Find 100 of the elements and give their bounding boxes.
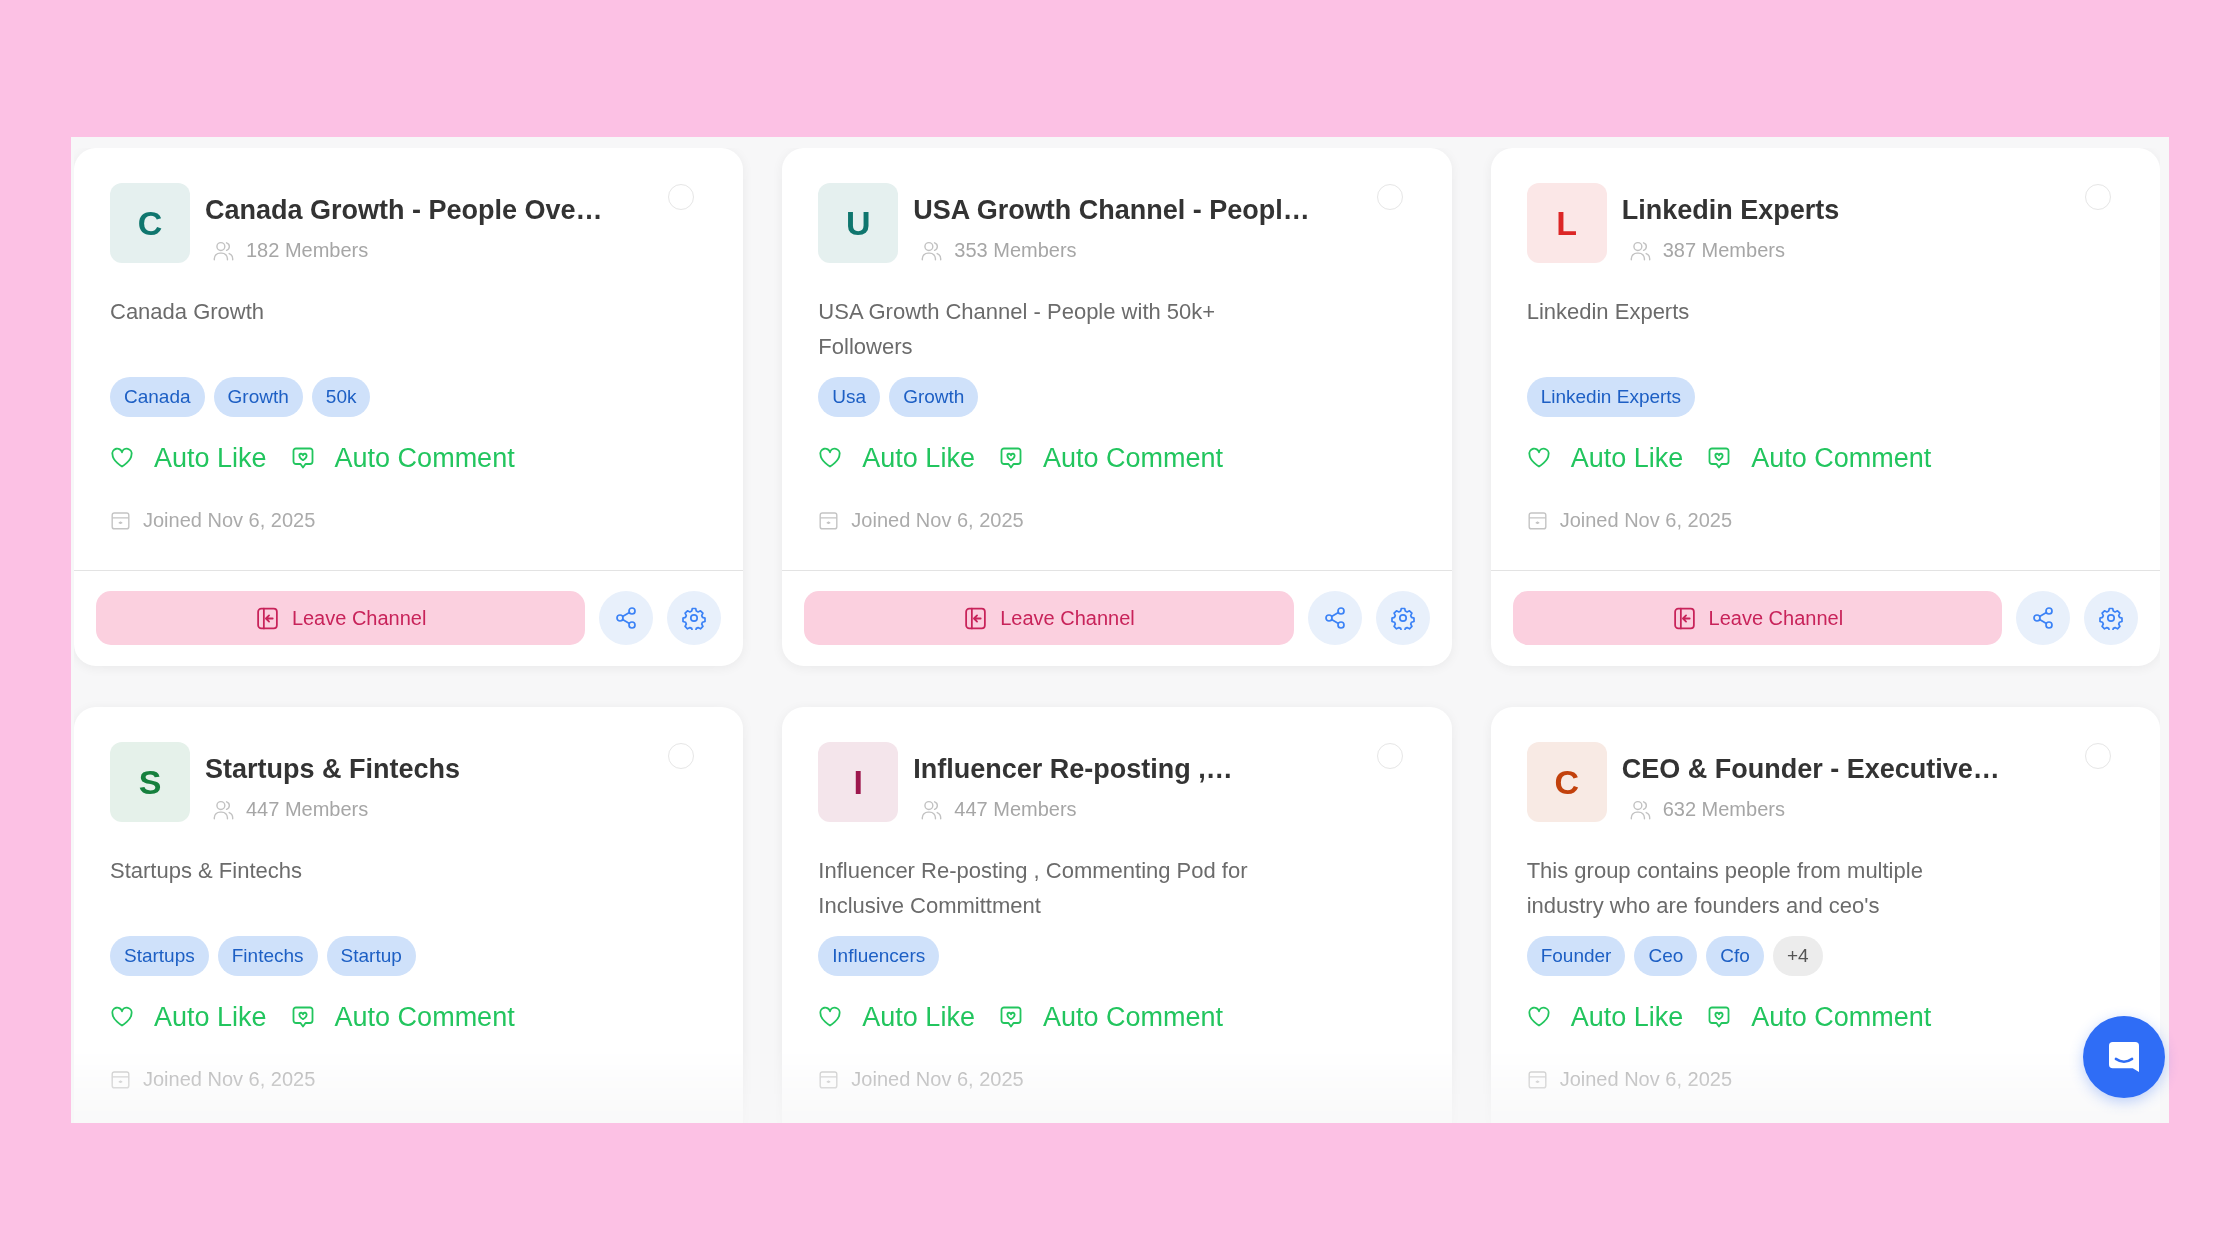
channel-title: CEO & Founder - Executive… [1621, 753, 2001, 786]
select-checkbox[interactable] [2085, 743, 2111, 769]
channel-description: Linkedin Experts [1526, 298, 1691, 326]
joined-date: Joined Nov 6, 2025 [143, 508, 316, 533]
feature-label: Auto Like [862, 1001, 975, 1033]
feature-label: Auto Like [154, 1001, 267, 1033]
users-icon [213, 798, 234, 820]
calendar-icon [818, 509, 840, 531]
leave-channel-button[interactable]: Leave Channel [96, 591, 586, 645]
select-checkbox[interactable] [1376, 184, 1403, 210]
users-icon [213, 239, 234, 261]
tag-chip: Linkedin Experts [1526, 377, 1696, 417]
users-icon [921, 239, 943, 261]
feature-label: Auto Comment [1042, 1001, 1223, 1033]
feature-label: Auto Comment [1751, 442, 1932, 474]
tag-chip: Influencers [818, 936, 940, 976]
tag-chip: Startups [110, 936, 209, 976]
feature-label: Auto Comment [334, 1001, 515, 1033]
heart-icon [1526, 1005, 1551, 1029]
exit-icon [963, 605, 989, 631]
feature-label: Auto Like [862, 442, 975, 474]
message-heart-icon [998, 446, 1023, 470]
joined-date: Joined Nov 6, 2025 [851, 1067, 1024, 1092]
channel-avatar: U [818, 183, 899, 263]
message-heart-icon [290, 1005, 315, 1029]
message-heart-icon [290, 446, 315, 470]
channel-title: Startups & Fintechs [205, 753, 462, 786]
users-icon [921, 798, 943, 820]
channel-avatar: C [1526, 742, 1607, 822]
leave-channel-button[interactable]: Leave Channel [804, 591, 1294, 645]
select-checkbox[interactable] [1376, 743, 1403, 769]
tag-chip: 50k [311, 377, 371, 417]
feature-label: Auto Like [1570, 442, 1684, 474]
message-heart-icon [1707, 1005, 1732, 1029]
more-tags-chip: +4 [1772, 936, 1823, 976]
channel-title: USA Growth Channel - Peopl… [913, 194, 1311, 227]
tag-chip: Growth [889, 377, 979, 417]
tag-chip: Canada [110, 377, 205, 417]
member-count: 447 Members [954, 797, 1077, 822]
heart-icon [818, 1005, 843, 1029]
settings-button[interactable] [667, 591, 722, 645]
calendar-icon [110, 509, 131, 531]
member-count: 182 Members [246, 238, 369, 263]
message-heart-icon [998, 1005, 1023, 1029]
settings-icon [1390, 606, 1415, 630]
share-icon [614, 606, 639, 630]
feature-label: Auto Comment [1751, 1001, 1932, 1033]
share-button[interactable] [2016, 591, 2070, 645]
calendar-icon [110, 1068, 131, 1090]
channel-description: Startups & Fintechs [110, 857, 303, 885]
select-checkbox[interactable] [668, 743, 695, 769]
select-checkbox[interactable] [668, 184, 695, 210]
joined-date: Joined Nov 6, 2025 [1559, 1067, 1732, 1092]
member-count: 387 Members [1662, 238, 1785, 263]
heart-icon [1526, 446, 1551, 470]
settings-icon [682, 606, 707, 630]
channel-description: This group contains people from multiple industry who are founders and ceo's [1526, 857, 1924, 920]
users-icon [1629, 239, 1651, 261]
calendar-icon [1526, 509, 1548, 531]
member-count: 447 Members [246, 797, 369, 822]
joined-date: Joined Nov 6, 2025 [1559, 508, 1732, 533]
select-checkbox[interactable] [2085, 184, 2111, 210]
channel-title: Linkedin Experts [1621, 194, 1841, 227]
tag-chip: Startup [326, 936, 416, 976]
exit-icon [254, 605, 280, 631]
calendar-icon [1526, 1068, 1548, 1090]
settings-button[interactable] [1375, 591, 1430, 645]
tag-chip: Ceo [1634, 936, 1698, 976]
channel-title: Canada Growth - People Ove… [205, 194, 604, 227]
channel-description: Influencer Re-posting , Commenting Pod for Inclusive Committment [818, 857, 1249, 920]
member-count: 632 Members [1662, 797, 1785, 822]
channel-avatar: C [110, 183, 190, 263]
channel-title: Influencer Re-posting ,… [913, 753, 1234, 786]
share-icon [1322, 606, 1347, 630]
tag-chip: Fintechs [217, 936, 318, 976]
exit-icon [1671, 605, 1697, 631]
tag-chip: Founder [1526, 936, 1626, 976]
share-button[interactable] [599, 591, 654, 645]
tag-chip: Cfo [1706, 936, 1764, 976]
joined-date: Joined Nov 6, 2025 [143, 1067, 316, 1092]
settings-button[interactable] [2084, 591, 2138, 645]
channel-description: Canada Growth [110, 298, 266, 326]
users-icon [1629, 798, 1651, 820]
share-button[interactable] [1307, 591, 1362, 645]
settings-icon [2099, 606, 2123, 630]
heart-icon [818, 446, 843, 470]
feature-label: Auto Comment [334, 442, 515, 474]
message-heart-icon [1707, 446, 1732, 470]
feature-label: Auto Comment [1042, 442, 1223, 474]
feature-label: Auto Like [1570, 1001, 1684, 1033]
member-count: 353 Members [954, 238, 1077, 263]
calendar-icon [818, 1068, 840, 1090]
channel-avatar: S [110, 742, 190, 822]
channel-avatar: I [818, 742, 899, 822]
channel-description: USA Growth Channel - People with 50k+ Followers [818, 298, 1217, 361]
tag-chip: Growth [213, 377, 303, 417]
tag-chip: Usa [818, 377, 881, 417]
leave-channel-button[interactable]: Leave Channel [1512, 591, 2002, 645]
feature-label: Auto Like [154, 442, 267, 474]
joined-date: Joined Nov 6, 2025 [851, 508, 1024, 533]
